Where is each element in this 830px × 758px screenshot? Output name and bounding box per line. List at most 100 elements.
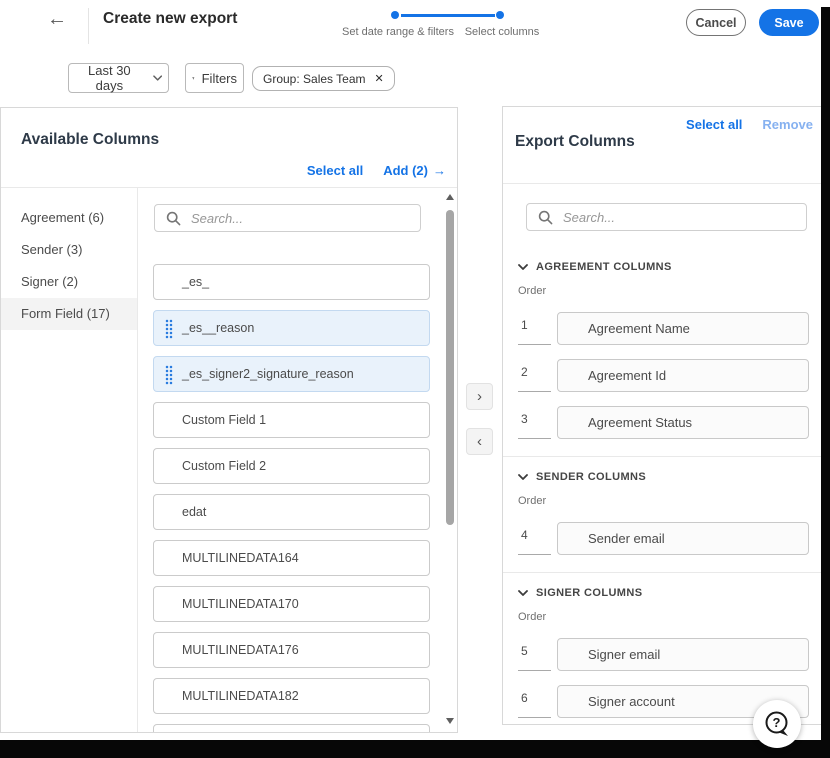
export-rows-sender: Sender email: [503, 522, 829, 555]
order-input[interactable]: [518, 312, 551, 345]
category-item[interactable]: Form Field (17): [1, 298, 137, 330]
available-column-item[interactable]: MULTILINEDATA176: [153, 632, 430, 668]
column-label: Agreement Id: [588, 368, 666, 383]
add-label: Add (2): [383, 163, 428, 178]
chip-close-icon[interactable]: ✕: [375, 72, 384, 85]
header-divider: [88, 8, 89, 44]
order-input[interactable]: [518, 685, 551, 718]
available-column-item[interactable]: MULTILINEDATA164: [153, 540, 430, 576]
group-chip-label: Group: Sales Team: [263, 72, 366, 86]
save-button[interactable]: Save: [759, 9, 819, 36]
date-range-value: Last 30 days: [75, 63, 144, 93]
section-toggle-agreement[interactable]: AGREEMENT COLUMNS: [518, 261, 829, 273]
chevron-down-icon: [518, 590, 528, 596]
category-list: Agreement (6) Sender (3) Signer (2) Form…: [1, 188, 138, 732]
category-label: Sender (3): [21, 242, 82, 257]
group-filter-chip[interactable]: Group: Sales Team ✕: [252, 66, 395, 91]
svg-text:?: ?: [773, 715, 781, 730]
drag-handle-icon: [165, 319, 173, 339]
available-column-item[interactable]: MULTILINEDATA170: [153, 586, 430, 622]
export-column-item[interactable]: Agreement Id: [557, 359, 809, 392]
move-left-button[interactable]: ‹: [466, 428, 493, 455]
filters-label: Filters: [202, 71, 237, 86]
column-label: Agreement Status: [588, 415, 692, 430]
date-range-dropdown[interactable]: Last 30 days: [68, 63, 169, 93]
remove-link[interactable]: Remove: [762, 117, 813, 132]
column-label: _es_: [182, 275, 209, 289]
export-column-item[interactable]: Signer email: [557, 638, 809, 671]
export-search-input[interactable]: [527, 204, 806, 230]
help-button[interactable]: ?: [753, 700, 801, 748]
available-column-item[interactable]: edat: [153, 494, 430, 530]
export-columns-title: Export Columns: [515, 133, 635, 151]
category-item[interactable]: Agreement (6): [1, 202, 137, 234]
move-right-button[interactable]: ›: [466, 383, 493, 410]
export-section-sender: SENDER COLUMNS Order Sender email: [503, 471, 829, 573]
available-search-input[interactable]: [155, 205, 420, 231]
drag-handle-icon: [165, 365, 173, 385]
export-columns-panel: Select all Remove Export Columns AGREEME…: [502, 106, 830, 725]
column-label: Signer account: [588, 694, 675, 709]
help-bubble-icon: ?: [763, 710, 791, 738]
order-input[interactable]: [518, 406, 551, 439]
available-select-all-link[interactable]: Select all: [307, 163, 363, 178]
add-selected-link[interactable]: Add (2) →: [383, 163, 446, 178]
step-dot-filters[interactable]: [391, 11, 399, 19]
available-column-item[interactable]: _es__reason: [153, 310, 430, 346]
available-column-item[interactable]: _es_: [153, 264, 430, 300]
column-label: edat: [182, 505, 206, 519]
export-column-item[interactable]: Agreement Status: [557, 406, 809, 439]
export-section-signer: SIGNER COLUMNS Order Signer email Signer…: [503, 587, 829, 718]
search-icon: [538, 210, 553, 225]
section-divider: [503, 456, 829, 457]
scroll-down-arrow[interactable]: [446, 718, 454, 724]
category-label: Agreement (6): [21, 210, 104, 225]
panel-header-divider: [503, 183, 829, 184]
available-column-item[interactable]: MULTILINEDATA182: [153, 678, 430, 714]
cancel-button[interactable]: Cancel: [686, 9, 746, 36]
section-divider: [503, 572, 829, 573]
arrow-right-icon: →: [433, 163, 446, 178]
section-title: SIGNER COLUMNS: [536, 587, 642, 599]
scroll-up-arrow[interactable]: [446, 194, 454, 200]
back-button[interactable]: ←: [40, 5, 74, 33]
export-column-item[interactable]: Sender email: [557, 522, 809, 555]
section-toggle-sender[interactable]: SENDER COLUMNS: [518, 471, 829, 483]
export-sections: AGREEMENT COLUMNS Order Agreement Name A…: [503, 247, 829, 718]
export-column-row: Signer email: [518, 638, 814, 671]
export-select-all-link[interactable]: Select all: [686, 117, 742, 132]
scroll-thumb[interactable]: [446, 210, 454, 525]
column-label: MULTILINEDATA170: [182, 597, 299, 611]
export-column-item[interactable]: Agreement Name: [557, 312, 809, 345]
page-title: Create new export: [103, 10, 237, 28]
column-label: _es_signer2_signature_reason: [182, 367, 354, 381]
order-label: Order: [518, 611, 829, 624]
category-item[interactable]: Signer (2): [1, 266, 137, 298]
available-search-box: [154, 204, 421, 232]
category-item[interactable]: Sender (3): [1, 234, 137, 266]
order-input[interactable]: [518, 638, 551, 671]
screen-border-bottom: [0, 740, 830, 758]
filters-button[interactable]: Filters: [185, 63, 244, 93]
order-input[interactable]: [518, 359, 551, 392]
available-column-item[interactable]: Custom Field 1: [153, 402, 430, 438]
scrollbar[interactable]: [444, 192, 456, 726]
export-search-box: [526, 203, 807, 231]
section-toggle-signer[interactable]: SIGNER COLUMNS: [518, 587, 829, 599]
order-label: Order: [518, 495, 829, 508]
step-label-select-columns: Select columns: [457, 26, 547, 38]
column-label: Custom Field 2: [182, 459, 266, 473]
available-columns-title: Available Columns: [21, 131, 159, 149]
filter-funnel-icon: [192, 72, 195, 85]
column-label: Custom Field 1: [182, 413, 266, 427]
category-label: Signer (2): [21, 274, 78, 289]
export-column-row: Agreement Name: [518, 312, 814, 345]
export-column-row: Agreement Id: [518, 359, 814, 392]
order-input[interactable]: [518, 522, 551, 555]
available-column-item[interactable]: _es_signer2_signature_reason: [153, 356, 430, 392]
chevron-down-icon: [518, 474, 528, 480]
step-dot-columns[interactable]: [496, 11, 504, 19]
available-column-item[interactable]: Custom Field 2: [153, 448, 430, 484]
available-columns-panel: Available Columns Select all Add (2) → Ag…: [0, 107, 458, 733]
available-column-item-partial[interactable]: [153, 724, 430, 732]
